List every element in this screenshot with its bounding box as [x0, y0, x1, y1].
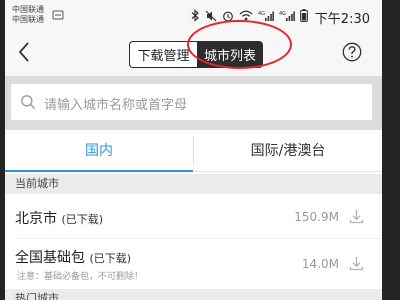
download-status: (已下载)	[89, 252, 132, 265]
tabs-divider-line	[193, 171, 382, 172]
signal-4g-icon: 4G	[258, 11, 274, 21]
app-screen: 中国联通 中国联通 4G 4G 下午2:30 下载管理 城市列表 请输入城市名称…	[5, 0, 382, 300]
bluetooth-icon	[191, 9, 199, 22]
search-icon	[21, 95, 36, 110]
section-header-hot-city: 热门城市	[5, 289, 382, 300]
search-input[interactable]: 请输入城市名称或首字母	[11, 84, 372, 120]
city-name: 北京市 (已下载)	[15, 208, 103, 228]
list-item-beijing[interactable]: 北京市 (已下载) 150.9M	[5, 195, 382, 239]
svg-text:4G: 4G	[258, 11, 265, 17]
status-time: 下午2:30	[314, 12, 370, 27]
mute-icon	[205, 10, 217, 21]
signal-4g-icon: 4G	[279, 11, 295, 21]
active-tab-indicator	[5, 170, 193, 172]
sim-switch-icon	[52, 10, 64, 20]
tab-international[interactable]: 国际/港澳台	[194, 130, 382, 170]
city-name-text: 全国基础包	[15, 250, 85, 266]
carrier-label: 中国联通	[12, 15, 44, 24]
section-header-current-city: 当前城市	[5, 174, 382, 194]
package-size: 150.9M	[294, 210, 339, 224]
tab-domestic[interactable]: 国内	[5, 130, 193, 170]
package-note: 注意：基础必备包，不可删除！	[17, 272, 144, 282]
status-bar: 中国联通 中国联通 4G 4G 下午2:30	[5, 0, 382, 30]
search-placeholder: 请输入城市名称或首字母	[44, 98, 188, 113]
carrier-label: 中国联通	[12, 5, 44, 14]
battery-icon	[300, 9, 308, 22]
city-name-text: 北京市	[15, 211, 57, 227]
region-tabs: 国内 国际/港澳台	[5, 130, 382, 172]
download-icon[interactable]	[349, 209, 364, 224]
list-item-national-base-package[interactable]: 全国基础包 (已下载) 注意：基础必备包，不可删除！ 14.0M	[5, 239, 382, 289]
search-area: 请输入城市名称或首字母	[5, 76, 382, 130]
question-circle-icon[interactable]	[342, 42, 362, 62]
svg-text:4G: 4G	[279, 11, 286, 17]
chevron-left-icon[interactable]	[17, 41, 31, 63]
city-name: 全国基础包 (已下载)	[15, 247, 131, 267]
highlight-annotation-circle	[187, 20, 292, 69]
download-status: (已下载)	[61, 213, 104, 226]
download-icon[interactable]	[349, 256, 364, 271]
package-size: 14.0M	[301, 257, 339, 271]
